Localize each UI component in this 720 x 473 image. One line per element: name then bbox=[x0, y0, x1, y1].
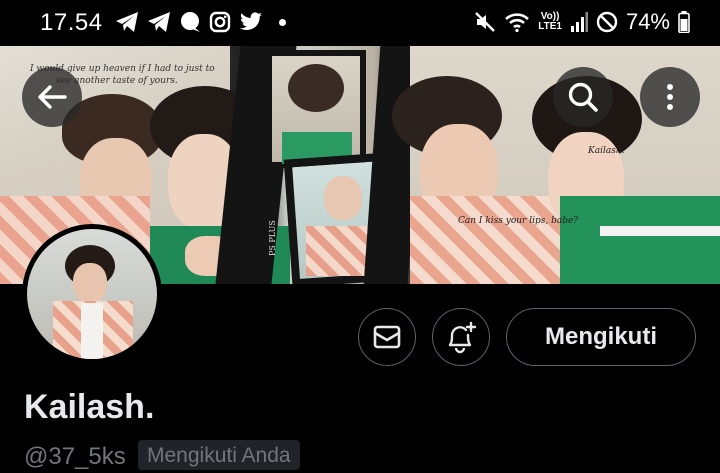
user-handle: @37_5ks bbox=[24, 443, 126, 470]
search-icon bbox=[568, 82, 598, 112]
banner-script-4: Kailash. bbox=[588, 146, 625, 156]
battery-icon bbox=[678, 11, 690, 33]
avatar-tee bbox=[81, 303, 103, 359]
envelope-icon bbox=[373, 325, 401, 349]
network-type: Vo)) LTE1 bbox=[538, 12, 562, 32]
following-button[interactable]: Mengikuti bbox=[506, 308, 696, 366]
profile-avatar[interactable] bbox=[22, 224, 162, 364]
message-button[interactable] bbox=[358, 308, 416, 366]
signal-icon bbox=[570, 12, 588, 32]
notification-icons bbox=[115, 10, 286, 34]
do-not-disturb-icon bbox=[596, 11, 618, 33]
banner-shirt-3 bbox=[410, 196, 570, 284]
status-right: Vo)) LTE1 74% bbox=[474, 9, 690, 35]
lte-label: LTE1 bbox=[538, 21, 562, 32]
avatar-image bbox=[27, 229, 157, 359]
telegram-icon bbox=[116, 12, 138, 32]
film-photo-bottom-face bbox=[324, 176, 362, 220]
mute-icon bbox=[475, 12, 496, 32]
battery-percent: 74% bbox=[625, 9, 670, 34]
more-notifications-dot bbox=[279, 18, 286, 26]
search-button[interactable] bbox=[553, 67, 613, 127]
banner-jacket-stripe bbox=[600, 226, 720, 236]
arrow-left-icon bbox=[38, 85, 67, 109]
avatar-face bbox=[73, 263, 107, 303]
banner-script-3: Can I kiss your lips, babe? bbox=[458, 216, 579, 226]
notification-button[interactable] bbox=[432, 308, 490, 366]
instagram-icon bbox=[209, 11, 231, 33]
back-button[interactable] bbox=[22, 67, 82, 127]
follows-you-badge: Mengikuti Anda bbox=[138, 440, 300, 470]
more-vertical-icon bbox=[667, 84, 673, 110]
film-photo-top-hair bbox=[288, 64, 344, 112]
status-bar: 17.54 Vo)) LTE1 74% bbox=[0, 0, 720, 46]
more-button[interactable] bbox=[640, 67, 700, 127]
banner-film-text: PS PLUS bbox=[268, 220, 277, 256]
display-name: Kailash. bbox=[24, 388, 155, 426]
wifi-icon bbox=[505, 13, 530, 33]
chat-bubble-icon bbox=[181, 12, 200, 32]
telegram-icon bbox=[148, 12, 170, 32]
bell-plus-icon bbox=[448, 321, 477, 354]
banner-jacket-4 bbox=[560, 196, 720, 284]
status-time: 17.54 bbox=[40, 9, 103, 36]
twitter-icon bbox=[240, 12, 262, 31]
